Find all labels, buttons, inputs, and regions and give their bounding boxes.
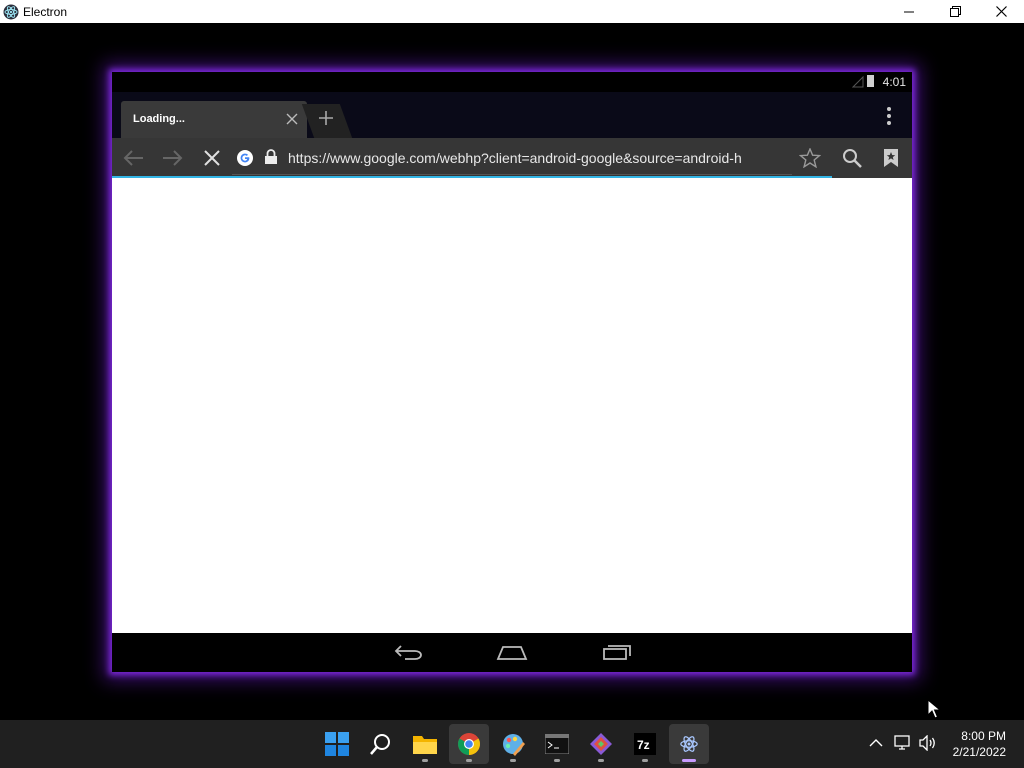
bookmarks-icon[interactable] [883,148,899,168]
nav-back-icon[interactable] [393,643,423,661]
new-tab-icon[interactable] [318,110,334,126]
close-icon [995,6,1007,17]
show-hidden-icons-icon[interactable] [869,738,883,748]
nav-home-icon[interactable] [496,643,528,661]
android-nav-bar [112,633,912,672]
tab-title: Loading... [133,113,185,125]
signal-battery-icon [852,75,874,88]
taskbar-search-button[interactable] [361,724,401,764]
bookmark-star-icon[interactable] [799,148,821,168]
volume-icon[interactable] [919,735,937,751]
taskbar-date[interactable]: 2/21/2022 [953,745,1006,759]
search-page-icon[interactable] [842,148,862,168]
paint-icon [503,734,525,756]
tab-close-icon[interactable] [285,112,299,126]
windows-start-icon [325,732,349,756]
electron-icon [3,4,19,19]
android-status-bar: 4:01 [112,72,912,92]
window-titlebar: Electron [0,0,1024,23]
search-icon [370,734,390,755]
network-icon[interactable] [894,735,912,751]
browser-tabstrip: Loading... [112,92,912,138]
close-window-button[interactable] [978,0,1024,23]
window-title: Electron [23,4,68,19]
mouse-cursor-icon [927,699,941,719]
forward-icon[interactable] [162,148,184,168]
browser-toolbar: https://www.google.com/webhp?client=andr… [112,138,912,178]
terminal-icon [545,734,569,754]
svg-text:7z: 7z [637,738,650,752]
google-favicon [237,150,253,166]
back-icon[interactable] [122,148,144,168]
url-text[interactable]: https://www.google.com/webhp?client=andr… [288,150,788,166]
taskbar-git[interactable] [581,724,621,764]
stop-loading-icon[interactable] [203,148,221,168]
taskbar-file-explorer[interactable] [405,724,445,764]
restore-button[interactable] [932,0,978,23]
start-button[interactable] [317,724,357,764]
taskbar-chrome[interactable] [449,724,489,764]
minimize-button[interactable] [886,0,932,23]
7zip-icon: 7z [634,733,656,755]
taskbar-7zip[interactable]: 7z [625,724,665,764]
taskbar-paint[interactable] [493,724,533,764]
taskbar-time[interactable]: 8:00 PM [961,729,1006,743]
minimize-icon [904,11,914,12]
browser-menu-icon[interactable] [886,106,892,126]
taskbar-electron[interactable] [669,724,709,764]
lock-icon [265,149,277,164]
windows-taskbar: 7z 8:00 PM 2/21/2022 [0,720,1024,768]
web-content[interactable] [112,178,912,633]
browser-tab[interactable]: Loading... [121,101,307,138]
file-explorer-icon [413,736,437,754]
restore-icon [949,6,961,17]
electron-icon [680,736,698,752]
chrome-icon [458,733,480,755]
status-clock: 4:01 [882,75,906,89]
nav-recents-icon[interactable] [602,643,632,661]
emulator-screen: 4:01 Loading... https://www.google.com/w… [112,72,912,672]
git-icon [590,733,612,755]
taskbar-terminal[interactable] [537,724,577,764]
